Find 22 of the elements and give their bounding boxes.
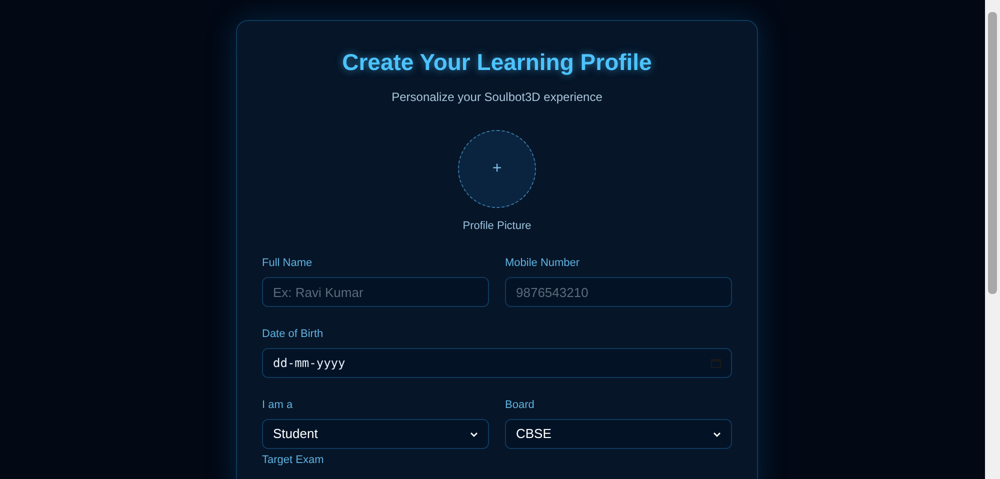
select-dropdown[interactable]: Student bbox=[262, 419, 489, 449]
scrollbar[interactable] bbox=[985, 0, 1000, 479]
text-field[interactable]: 9876543210 bbox=[505, 277, 732, 307]
picture-label: Profile Picture bbox=[462, 218, 532, 234]
chevron-down-icon bbox=[470, 432, 478, 436]
field-label: Full Name bbox=[262, 256, 314, 270]
field-label: Date of Birth bbox=[262, 327, 324, 341]
select-dropdown[interactable]: CBSE bbox=[505, 419, 732, 449]
field-label: Mobile Number bbox=[505, 256, 581, 270]
form-subtitle: Personalize your Soulbot3D experience bbox=[392, 88, 602, 106]
select-value: CBSE bbox=[516, 425, 552, 444]
select-value: Student bbox=[273, 425, 318, 444]
field-label: I am a bbox=[262, 398, 294, 412]
upload-picture-button[interactable]: + bbox=[458, 130, 536, 208]
field-label: Board bbox=[505, 398, 536, 412]
chevron-down-icon bbox=[713, 432, 721, 436]
date-field[interactable]: dd-mm-yyyy bbox=[262, 348, 732, 378]
field-label: Target Exam bbox=[262, 453, 325, 467]
scrollbar-thumb[interactable] bbox=[988, 12, 997, 294]
date-placeholder: dd-mm-yyyy bbox=[273, 355, 346, 372]
text-field[interactable]: Ex: Ravi Kumar bbox=[262, 277, 489, 307]
form-title: Create Your Learning Profile bbox=[342, 48, 652, 77]
